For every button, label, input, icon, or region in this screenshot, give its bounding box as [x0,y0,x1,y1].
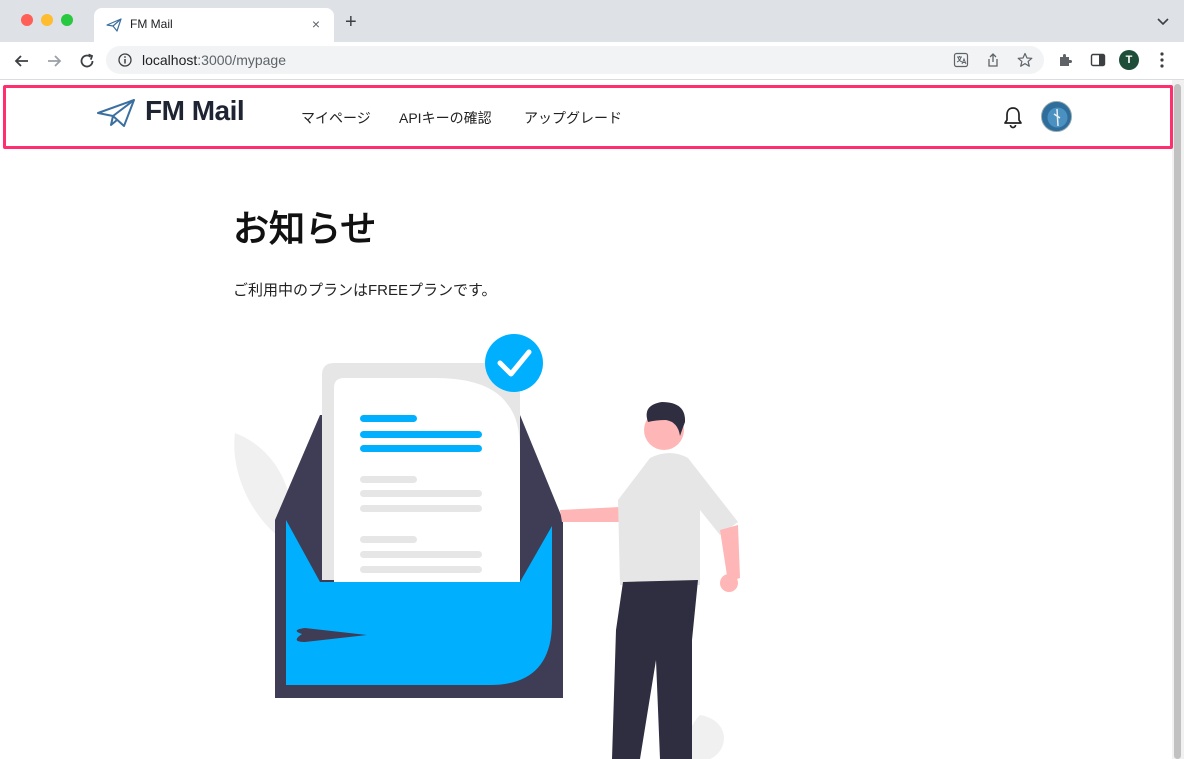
nav-mypage[interactable]: マイページ [301,108,371,128]
tab-close-button[interactable]: × [308,15,324,33]
profile-avatar[interactable]: T [1119,50,1139,70]
page-title: お知らせ [233,208,377,249]
extensions-puzzle-icon[interactable] [1058,52,1074,68]
bell-icon[interactable] [1002,105,1024,129]
translate-icon[interactable] [953,52,969,68]
nav-api-key[interactable]: APIキーの確認 [399,108,492,128]
tab-title: FM Mail [130,17,173,31]
paper-plane-logo-icon[interactable] [96,97,136,129]
url-host: localhost [142,52,198,68]
side-panel-icon[interactable] [1090,52,1106,68]
browser-tab[interactable]: FM Mail × [94,8,334,42]
url-path: :3000/mypage [197,52,286,68]
brand-logo-text[interactable]: FM Mail [145,95,245,127]
plan-status-text: ご利用中のプランはFREEプランです。 [233,282,497,299]
info-icon[interactable] [118,53,132,67]
mail-confirmation-illustration [234,334,740,759]
chevron-down-icon[interactable] [1156,14,1170,28]
minimize-window-button[interactable] [41,14,53,26]
reload-icon[interactable] [77,51,97,71]
forward-arrow-icon[interactable] [44,51,64,71]
url-text[interactable]: localhost:3000/mypage [142,52,286,68]
maximize-window-button[interactable] [61,14,73,26]
new-tab-button[interactable]: + [345,12,357,32]
user-avatar[interactable] [1041,101,1072,132]
browser-tab-strip: FM Mail × + [0,0,1184,42]
bookmark-star-icon[interactable] [1017,52,1033,68]
paper-plane-icon [106,18,122,32]
back-arrow-icon[interactable] [12,51,32,71]
browser-toolbar: localhost:3000/mypage T [0,42,1184,80]
nav-upgrade[interactable]: アップグレード [524,108,622,128]
close-window-button[interactable] [21,14,33,26]
page-scrollbar-thumb[interactable] [1174,84,1181,759]
share-icon[interactable] [985,52,1001,68]
more-options-icon[interactable] [1160,51,1164,69]
address-bar[interactable]: localhost:3000/mypage [106,46,1044,74]
